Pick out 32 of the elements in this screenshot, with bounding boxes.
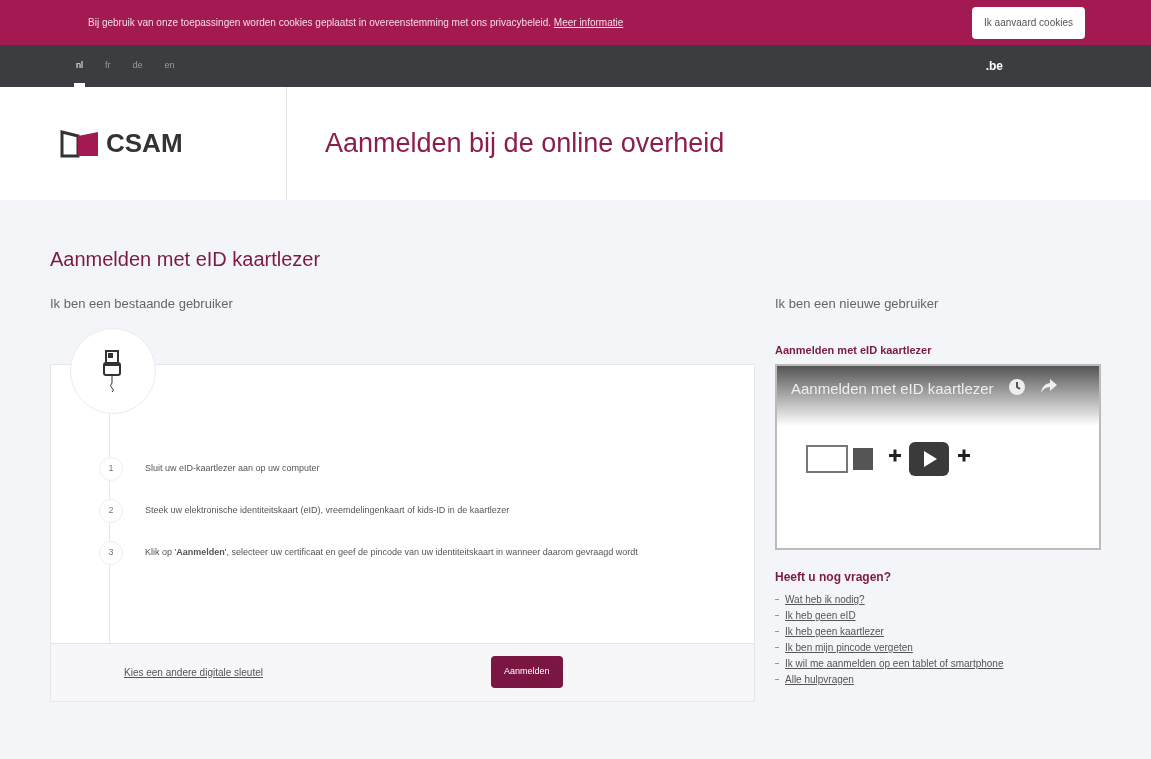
faq-link[interactable]: Wat heb ik nodig?: [785, 592, 865, 607]
accept-cookies-button[interactable]: Ik aanvaard cookies: [972, 6, 1085, 39]
step-number: 2: [99, 498, 123, 523]
page-title: Aanmelden met eID kaartlezer: [50, 247, 322, 272]
faq-link[interactable]: Ik wil me aanmelden op een tablet of smartphone: [785, 656, 1004, 671]
login-button[interactable]: Aanmelden: [491, 656, 563, 688]
step-text: Klik op 'Aanmelden', selecteer uw certificaat en geef de pincode van uw identiteitskaart in wanneer daarom gevraagd wordt: [145, 545, 639, 559]
video-title: Aanmelden met eID kaartlezer: [791, 379, 994, 399]
clock-icon[interactable]: [1007, 378, 1026, 396]
faq-link[interactable]: Ik heb geen kaartlezer: [785, 624, 884, 639]
header-title: Aanmelden bij de online overheid: [325, 127, 725, 161]
step-number: 1: [99, 456, 123, 481]
share-icon[interactable]: [1039, 378, 1058, 394]
step-number: 3: [99, 540, 123, 565]
faq-link[interactable]: Alle hulpvragen: [785, 672, 854, 687]
video-heading: Aanmelden met eID kaartlezer: [775, 342, 933, 358]
language-tab[interactable]: en: [162, 45, 177, 87]
language-tab[interactable]: fr: [103, 45, 113, 87]
faq-heading: Heeft u nog vragen?: [775, 569, 892, 586]
more-info-link[interactable]: Meer informatie: [553, 17, 624, 28]
brand-label: .be: [985, 58, 1003, 75]
step-text: Sluit uw eID-kaartlezer aan op uw computer: [145, 461, 321, 475]
section-heading: Ik ben een nieuwe gebruiker: [775, 295, 940, 313]
cookie-notice: Bij gebruik van onze toepassingen worden cookies geplaatst in overeenstemming met ons privacybeleid. Meer informatie: [88, 16, 624, 30]
faq-link[interactable]: Ik heb geen eID: [785, 608, 856, 623]
language-tab[interactable]: de: [130, 45, 145, 87]
faq-link[interactable]: Ik ben mijn pincode vergeten: [785, 640, 913, 655]
logo-icon: [60, 129, 100, 158]
logo-text: CSAM: [106, 127, 183, 160]
step-text: Steek uw elektronische identiteitskaart (eID), vreemdelingenkaart of kids-ID in de kaartlezer: [145, 503, 511, 517]
other-key-link[interactable]: Kies een andere digitale sleutel: [124, 664, 263, 680]
section-heading: Ik ben een bestaande gebruiker: [50, 295, 234, 313]
